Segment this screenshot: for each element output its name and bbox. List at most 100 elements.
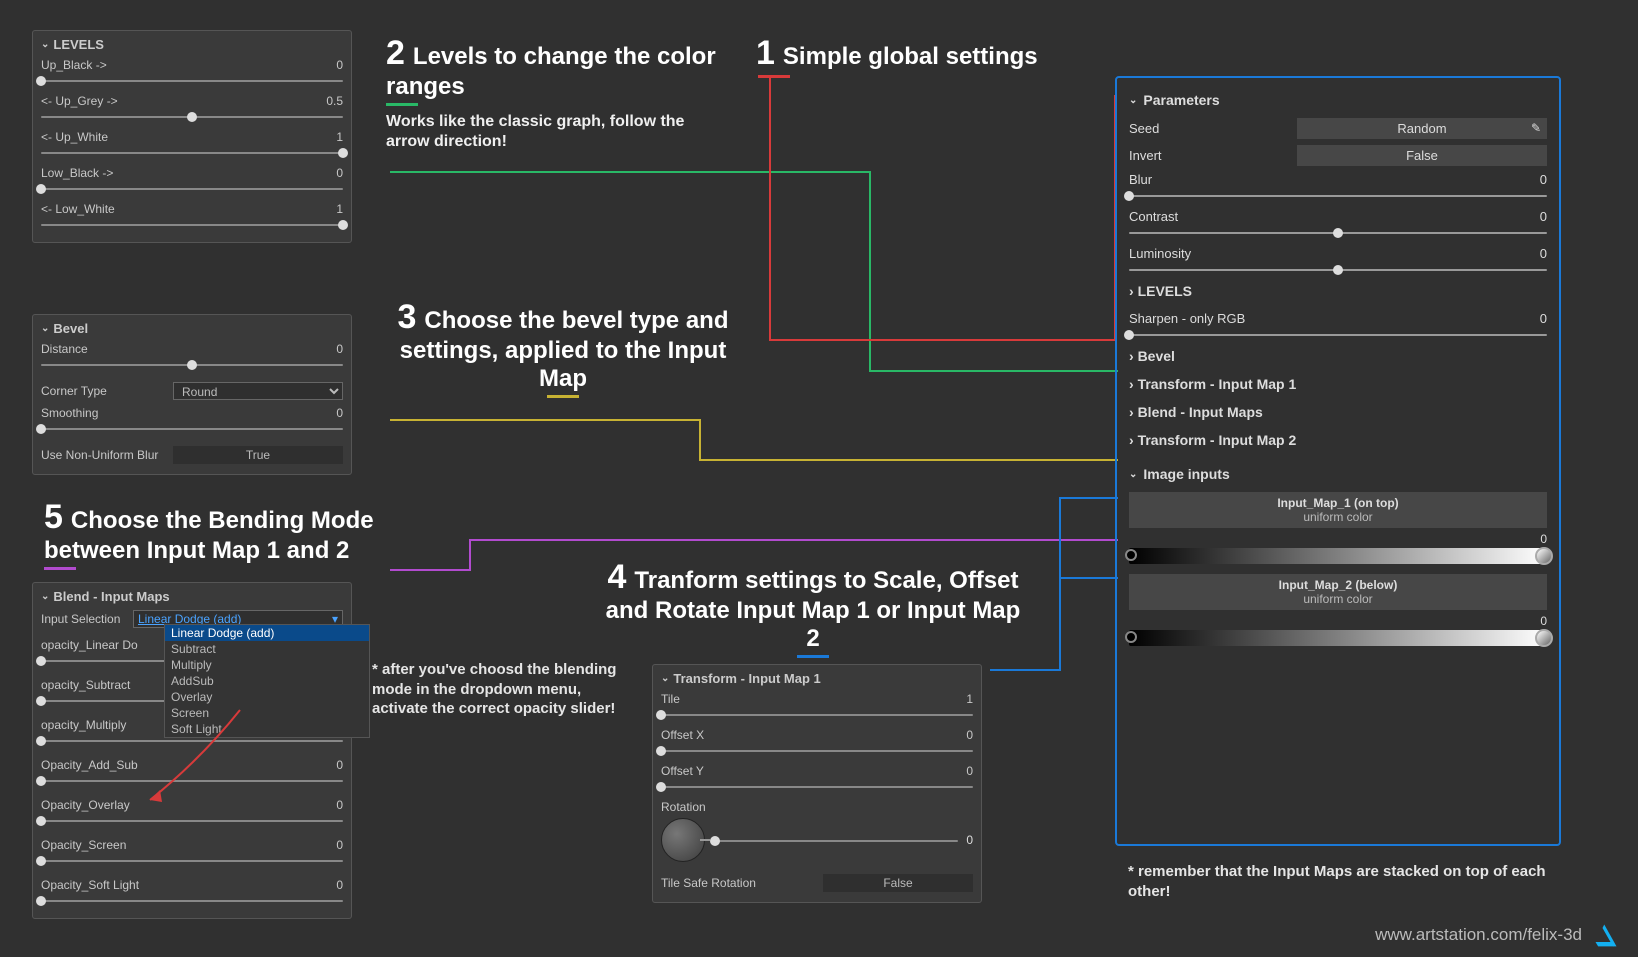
contrast-value: 0 bbox=[1540, 209, 1547, 224]
sharpen-label: Sharpen - only RGB bbox=[1129, 311, 1245, 326]
offsety-value: 0 bbox=[966, 764, 973, 778]
chevron-right-icon: › bbox=[1129, 376, 1134, 392]
slider-label: opacity_Multiply bbox=[41, 718, 126, 732]
levels-slider[interactable] bbox=[41, 182, 343, 196]
slider-label: opacity_Subtract bbox=[41, 678, 130, 692]
blur-slider[interactable] bbox=[1129, 189, 1547, 203]
input-map-1-title: Input_Map_1 (on top) bbox=[1129, 496, 1547, 510]
footer: www.artstation.com/felix-3d bbox=[1375, 921, 1620, 949]
chevron-right-icon: › bbox=[1129, 348, 1134, 364]
dropdown-option[interactable]: Overlay bbox=[165, 689, 369, 705]
levels-slider[interactable] bbox=[41, 110, 343, 124]
input-map-1-value: 0 bbox=[1129, 532, 1547, 546]
rotation-dial[interactable] bbox=[661, 818, 705, 862]
tile-value: 1 bbox=[966, 692, 973, 706]
levels-slider[interactable] bbox=[41, 146, 343, 160]
footer-url: www.artstation.com/felix-3d bbox=[1375, 925, 1582, 945]
chevron-right-icon: › bbox=[1129, 404, 1134, 420]
dropdown-option[interactable]: Subtract bbox=[165, 641, 369, 657]
slider-label: <- Low_White bbox=[41, 202, 115, 216]
distance-slider[interactable] bbox=[41, 358, 343, 372]
bevel-header[interactable]: ⌄ Bevel bbox=[41, 321, 343, 336]
parameters-title: Parameters bbox=[1143, 92, 1219, 108]
distance-value: 0 bbox=[336, 342, 343, 356]
corner-label: Corner Type bbox=[41, 384, 107, 398]
tile-slider[interactable] bbox=[661, 708, 973, 722]
slider-value: 1 bbox=[336, 130, 343, 144]
parameters-header[interactable]: ⌄ Parameters bbox=[1129, 88, 1547, 112]
seed-button[interactable]: Random✎ bbox=[1297, 118, 1547, 139]
opacity-slider[interactable] bbox=[41, 774, 343, 788]
stack-note: * remember that the Input Maps are stack… bbox=[1128, 862, 1558, 901]
blend-header[interactable]: ⌄ Blend - Input Maps bbox=[41, 589, 343, 604]
offsetx-slider[interactable] bbox=[661, 744, 973, 758]
transform-header[interactable]: ⌄Transform - Input Map 1 bbox=[661, 671, 973, 686]
slider-label: Opacity_Screen bbox=[41, 838, 126, 852]
chevron-right-icon: › bbox=[1129, 283, 1134, 299]
bevel-section-header[interactable]: › Bevel bbox=[1129, 342, 1547, 370]
luminosity-label: Luminosity bbox=[1129, 246, 1191, 261]
invert-button[interactable]: False bbox=[1297, 145, 1547, 166]
transform1-section-header[interactable]: › Transform - Input Map 1 bbox=[1129, 370, 1547, 398]
seed-label: Seed bbox=[1129, 121, 1159, 136]
chevron-down-icon: ⌄ bbox=[41, 591, 49, 602]
input-map-1-gradient[interactable] bbox=[1129, 548, 1547, 564]
dropdown-option[interactable]: Linear Dodge (add) bbox=[165, 625, 369, 641]
opacity-slider[interactable] bbox=[41, 894, 343, 908]
luminosity-slider[interactable] bbox=[1129, 263, 1547, 277]
chevron-down-icon: ⌄ bbox=[41, 323, 49, 334]
slider-value: 0 bbox=[336, 58, 343, 72]
chevron-down-icon: ⌄ bbox=[1129, 469, 1137, 480]
opacity-slider[interactable] bbox=[41, 814, 343, 828]
rotation-slider[interactable] bbox=[715, 834, 958, 848]
blend-dropdown-open[interactable]: Linear Dodge (add)SubtractMultiplyAddSub… bbox=[164, 624, 370, 738]
levels-slider[interactable] bbox=[41, 74, 343, 88]
slider-label: <- Up_White bbox=[41, 130, 108, 144]
levels-slider[interactable] bbox=[41, 218, 343, 232]
slider-label: Opacity_Add_Sub bbox=[41, 758, 138, 772]
corner-type-select[interactable]: Round bbox=[173, 382, 343, 400]
slider-value: 0.5 bbox=[326, 94, 343, 108]
tilesafe-value[interactable]: False bbox=[823, 874, 973, 892]
bevel-panel: ⌄Bevel Distance0 Corner Type Round Smoot… bbox=[32, 314, 352, 475]
transform2-section-header[interactable]: › Transform - Input Map 2 bbox=[1129, 426, 1547, 454]
levels-section-header[interactable]: › LEVELS bbox=[1129, 277, 1547, 305]
levels-panel: ⌄LEVELS Up_Black ->0<- Up_Grey ->0.5<- U… bbox=[32, 30, 352, 243]
dropdown-option[interactable]: Multiply bbox=[165, 657, 369, 673]
image-inputs-header[interactable]: ⌄ Image inputs bbox=[1129, 462, 1547, 486]
input-map-2-gradient[interactable] bbox=[1129, 630, 1547, 646]
slider-value: 0 bbox=[336, 758, 343, 772]
transform-panel: ⌄Transform - Input Map 1 Tile1 Offset X0… bbox=[652, 664, 982, 903]
input-selection-label: Input Selection bbox=[41, 612, 120, 626]
input-map-1-box[interactable]: Input_Map_1 (on top) uniform color bbox=[1129, 492, 1547, 528]
blend-title: Blend - Input Maps bbox=[53, 589, 169, 604]
offsety-label: Offset Y bbox=[661, 764, 704, 778]
blend-section-header[interactable]: › Blend - Input Maps bbox=[1129, 398, 1547, 426]
chevron-down-icon: ⌄ bbox=[1129, 95, 1137, 106]
slider-label: <- Up_Grey -> bbox=[41, 94, 118, 108]
opacity-slider[interactable] bbox=[41, 854, 343, 868]
input-map-2-box[interactable]: Input_Map_2 (below) uniform color bbox=[1129, 574, 1547, 610]
chevron-right-icon: › bbox=[1129, 432, 1134, 448]
sharpen-slider[interactable] bbox=[1129, 328, 1547, 342]
artstation-logo-icon bbox=[1592, 921, 1620, 949]
smoothing-value: 0 bbox=[336, 406, 343, 420]
rotation-value: 0 bbox=[966, 833, 973, 847]
offsetx-value: 0 bbox=[966, 728, 973, 742]
slider-value: 0 bbox=[336, 878, 343, 892]
smoothing-slider[interactable] bbox=[41, 422, 343, 436]
nonuniform-value[interactable]: True bbox=[173, 446, 343, 464]
blend-note: * after you've choosd the blending mode … bbox=[372, 660, 622, 719]
dropdown-option[interactable]: Screen bbox=[165, 705, 369, 721]
levels-header[interactable]: ⌄LEVELS bbox=[41, 37, 343, 52]
image-inputs-title: Image inputs bbox=[1143, 466, 1229, 482]
input-map-2-title: Input_Map_2 (below) bbox=[1129, 578, 1547, 592]
contrast-slider[interactable] bbox=[1129, 226, 1547, 240]
callout-4: 4Tranform settings to Scale, Offset and … bbox=[598, 558, 1028, 658]
offsety-slider[interactable] bbox=[661, 780, 973, 794]
dropdown-option[interactable]: Soft Light bbox=[165, 721, 369, 737]
bevel-title: Bevel bbox=[53, 321, 88, 336]
dropdown-option[interactable]: AddSub bbox=[165, 673, 369, 689]
slider-value: 1 bbox=[336, 202, 343, 216]
sharpen-value: 0 bbox=[1540, 311, 1547, 326]
